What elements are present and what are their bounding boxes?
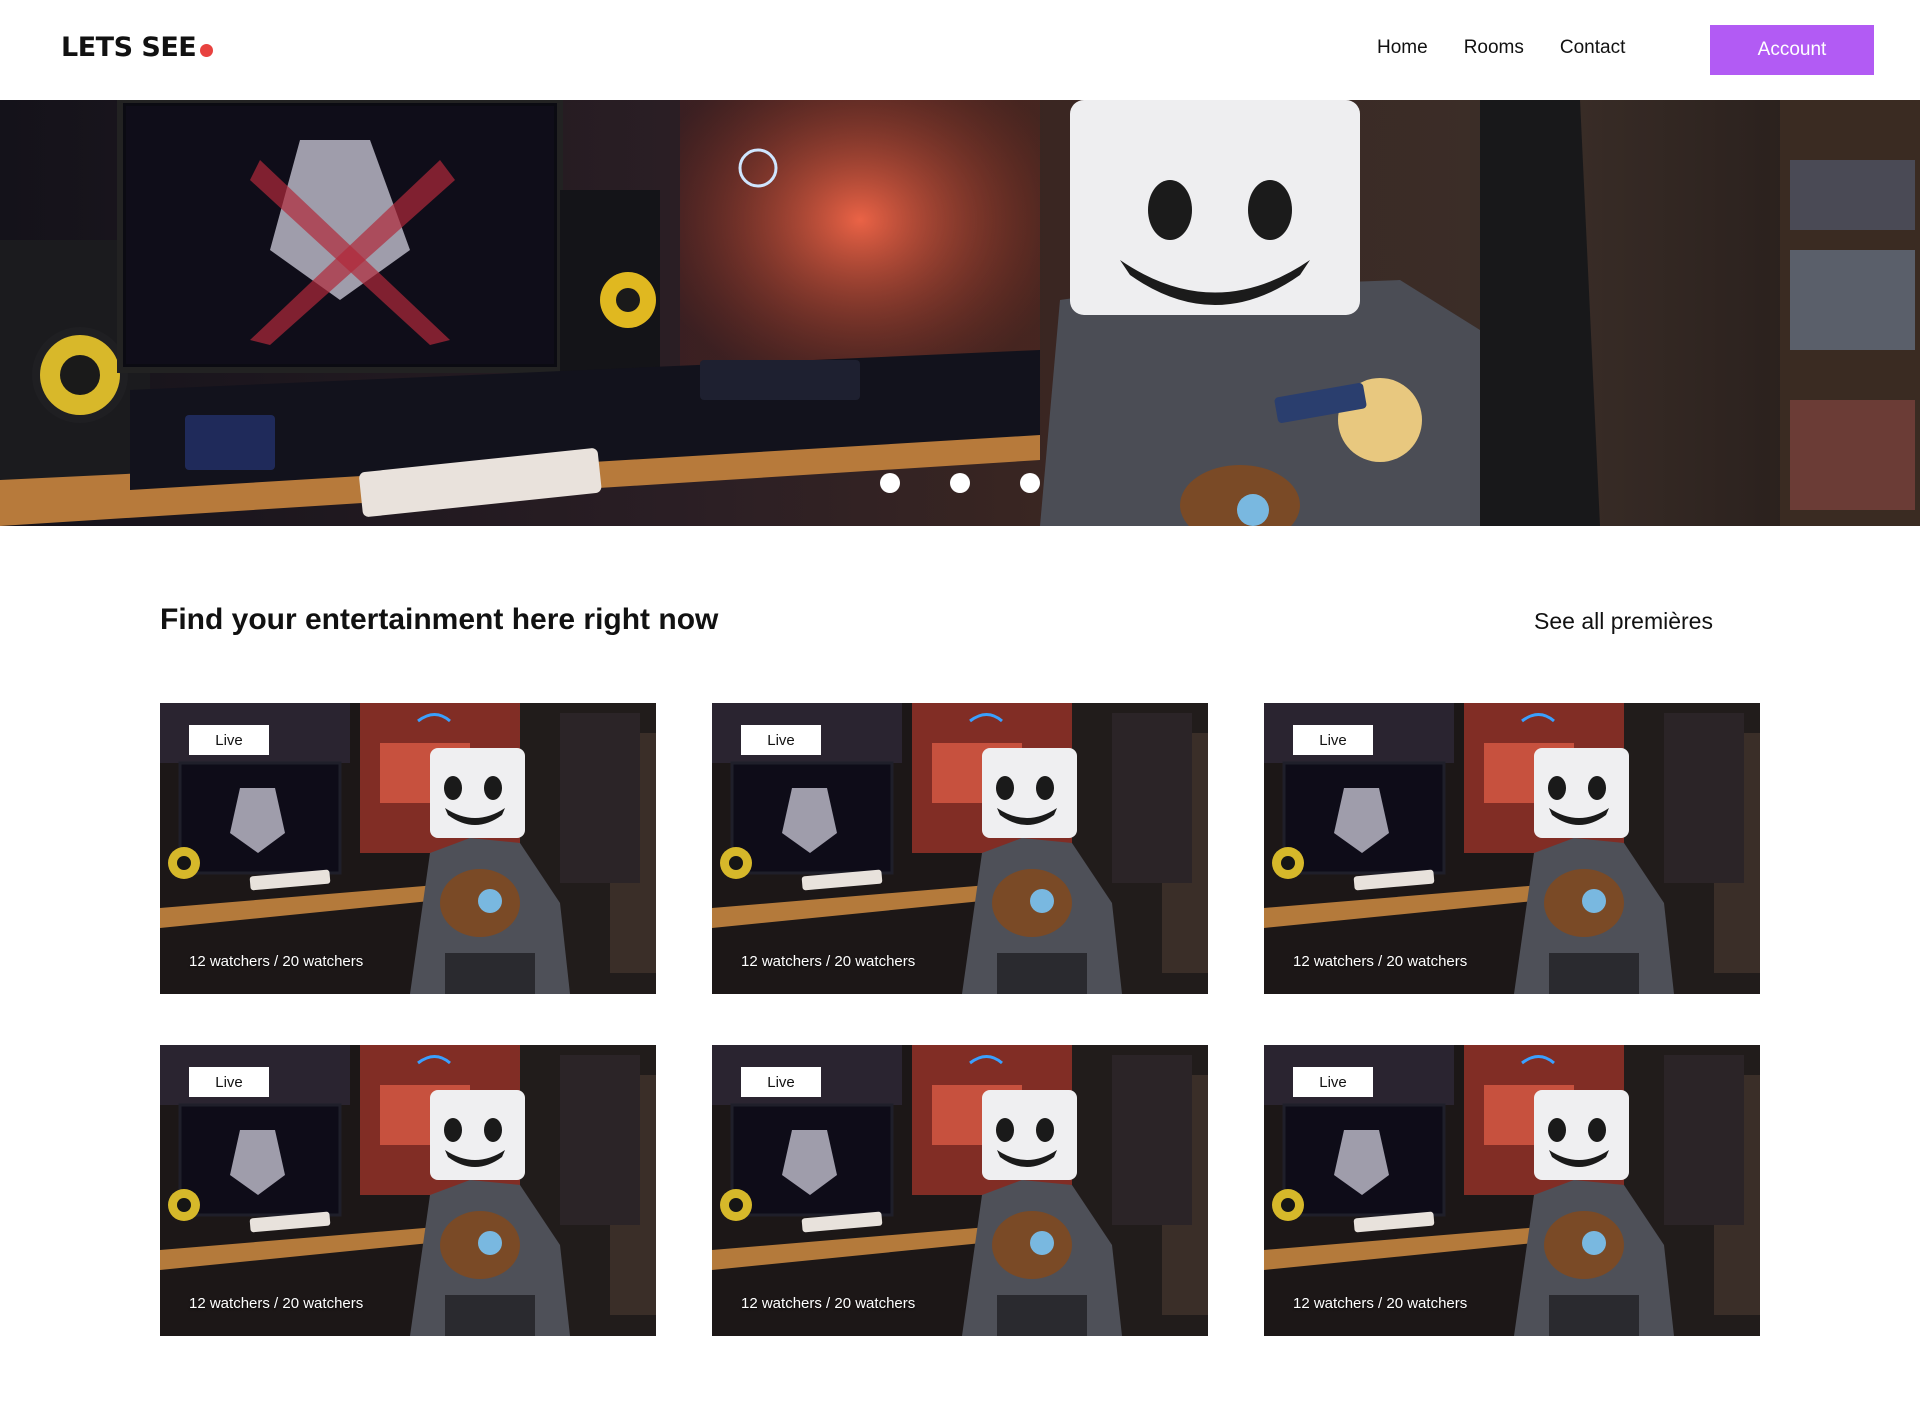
rooms-grid: Live 12 watchers / 20 watchers Live 12 w… [160,703,1760,1336]
live-badge: Live [1293,725,1373,755]
room-card[interactable]: Live 12 watchers / 20 watchers [1264,1045,1760,1336]
main-nav: Home Rooms Contact [1377,37,1661,59]
hero-banner [0,100,1920,526]
live-badge: Live [741,1067,821,1097]
carousel-dot-3[interactable] [1020,473,1040,493]
watchers-count: 12 watchers / 20 watchers [741,953,916,970]
live-badge: Live [189,1067,269,1097]
live-badge: Live [1293,1067,1373,1097]
watchers-count: 12 watchers / 20 watchers [1293,953,1468,970]
account-button[interactable]: Account [1710,25,1874,75]
live-badge: Live [189,725,269,755]
watchers-count: 12 watchers / 20 watchers [741,1295,916,1312]
carousel-dot-2[interactable] [950,473,970,493]
room-card[interactable]: Live 12 watchers / 20 watchers [160,1045,656,1336]
live-badge: Live [741,725,821,755]
room-card[interactable]: Live 12 watchers / 20 watchers [1264,703,1760,994]
room-card[interactable]: Live 12 watchers / 20 watchers [712,703,1208,994]
section-title: Find your entertainment here right now [160,603,719,636]
room-card[interactable]: Live 12 watchers / 20 watchers [712,1045,1208,1336]
hero-image [0,100,1920,526]
nav-item-rooms[interactable]: Rooms [1464,37,1524,59]
nav-item-contact[interactable]: Contact [1560,37,1625,59]
room-card[interactable]: Live 12 watchers / 20 watchers [160,703,656,994]
watchers-count: 12 watchers / 20 watchers [189,953,364,970]
site-header: LETS SEE Home Rooms Contact Account [0,0,1920,100]
nav-item-home[interactable]: Home [1377,37,1428,59]
watchers-count: 12 watchers / 20 watchers [189,1295,364,1312]
brand-dot-icon [200,44,214,57]
watchers-count: 12 watchers / 20 watchers [1293,1295,1468,1312]
see-all-link[interactable]: See all premières [1534,608,1713,635]
brand-logo[interactable]: LETS SEE [61,32,214,63]
carousel-dots [0,473,1920,493]
brand-name: LETS SEE [61,32,197,63]
carousel-dot-1[interactable] [880,473,900,493]
